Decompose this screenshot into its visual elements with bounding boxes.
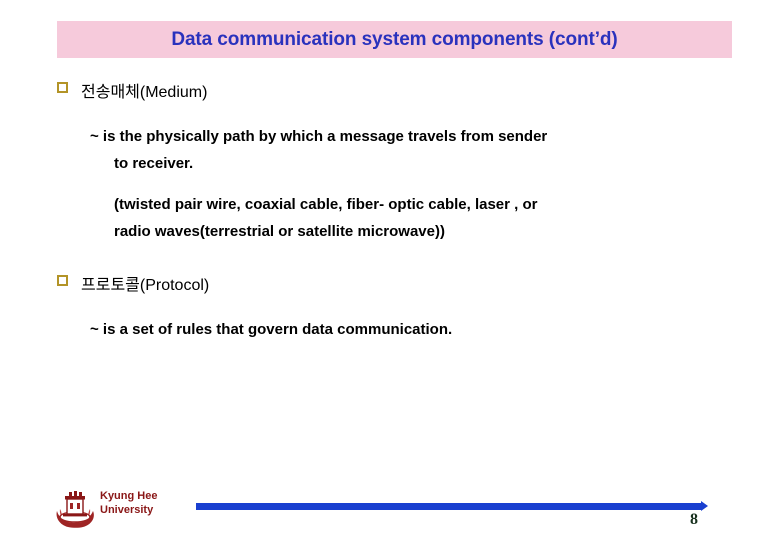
bullet-item-medium: 전송매체(Medium) <box>0 78 780 102</box>
bullet-label-medium: 전송매체(Medium) <box>81 84 208 101</box>
medium-examples: (twisted pair wire, coaxial cable, fiber… <box>0 191 780 245</box>
logo-wordmark: Kyung Hee University <box>100 489 157 517</box>
page-number: 8 <box>690 511 698 528</box>
bullet-item-protocol: 프로토콜(Protocol) <box>0 271 780 295</box>
medium-description: ~ is the physically path by which a mess… <box>0 123 780 177</box>
footer-rule-arrow-icon <box>701 501 708 511</box>
slide-title-banner: Data communication system components (co… <box>57 21 732 58</box>
protocol-description: ~ is a set of rules that govern data com… <box>0 316 780 343</box>
medium-description-line-2: to receiver. <box>114 155 194 172</box>
page-title: Data communication system components (co… <box>171 29 618 50</box>
medium-examples-line-1: (twisted pair wire, coaxial cable, fiber… <box>114 196 538 213</box>
logo-wordmark-line-2: University <box>100 504 154 516</box>
kyung-hee-university-crest-icon <box>56 491 94 528</box>
medium-examples-line-2: radio waves(terrestrial or satellite mic… <box>114 223 445 240</box>
medium-description-line-1: ~ is the physically path by which a mess… <box>90 128 548 145</box>
protocol-description-line-1: ~ is a set of rules that govern data com… <box>90 321 453 338</box>
hollow-square-bullet-icon <box>57 275 68 286</box>
slide-content: 전송매체(Medium) ~ is the physically path by… <box>0 78 780 343</box>
hollow-square-bullet-icon <box>57 82 68 93</box>
logo-wordmark-line-1: Kyung Hee <box>100 490 158 502</box>
footer-rule <box>196 503 701 510</box>
bullet-label-protocol: 프로토콜(Protocol) <box>81 277 210 294</box>
